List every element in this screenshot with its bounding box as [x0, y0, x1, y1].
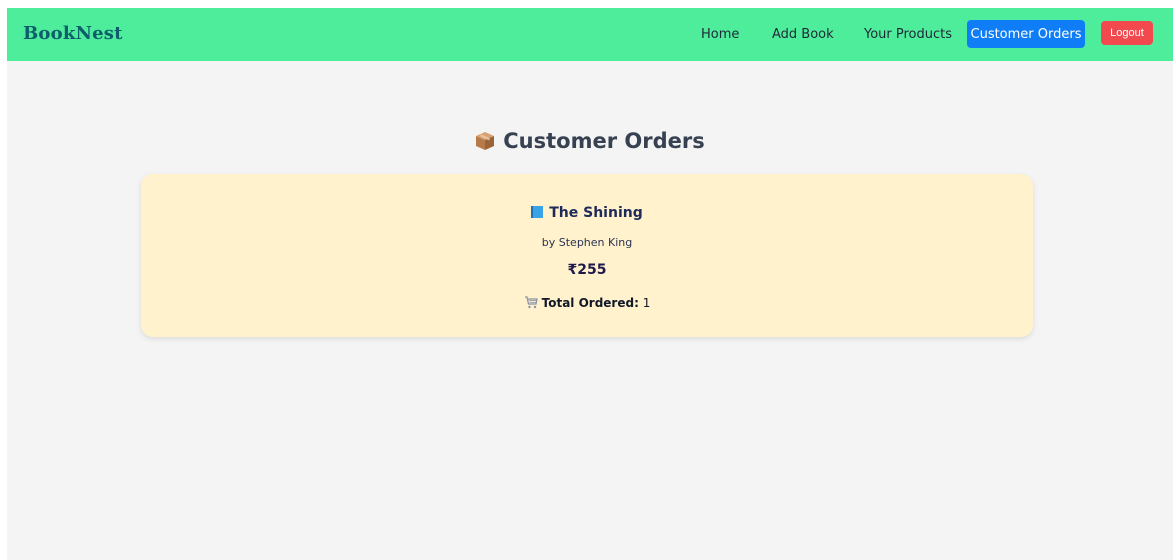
total-ordered: Total Ordered: 1 [141, 296, 1033, 312]
page-title: Customer Orders [7, 129, 1173, 156]
nav-home-link[interactable]: Home [701, 27, 739, 42]
order-card: The Shining by Stephen King ₹255 Total O… [141, 174, 1033, 337]
total-ordered-label: Total Ordered: [541, 296, 639, 310]
logout-button[interactable]: Logout [1101, 21, 1153, 45]
brand-logo[interactable]: BookNest [23, 23, 123, 44]
nav-your-products-link[interactable]: Your Products [864, 27, 952, 42]
book-title: The Shining [141, 205, 1033, 221]
book-title-text: The Shining [549, 205, 643, 221]
package-icon [475, 131, 495, 156]
cart-icon [524, 296, 538, 312]
page-background: BookNest Home Add Book Your Products Cus… [7, 8, 1173, 560]
navbar: BookNest Home Add Book Your Products Cus… [7, 8, 1173, 61]
page-title-text: Customer Orders [503, 129, 705, 153]
nav-customer-orders-link[interactable]: Customer Orders [967, 20, 1085, 48]
book-price: ₹255 [567, 262, 607, 278]
book-author: by Stephen King [541, 236, 633, 249]
book-icon [531, 206, 544, 218]
nav-add-book-link[interactable]: Add Book [772, 27, 834, 42]
total-ordered-value: 1 [642, 296, 651, 310]
